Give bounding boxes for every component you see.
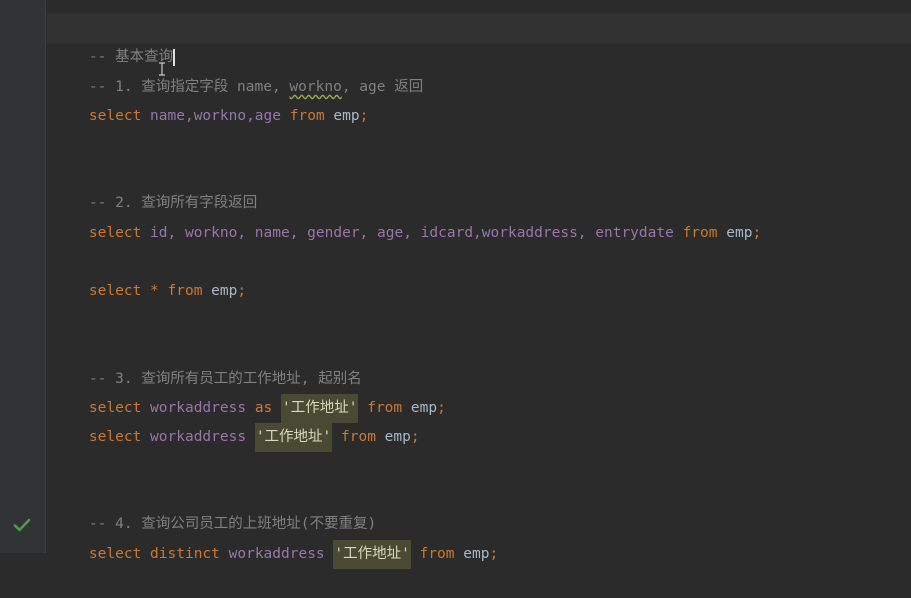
column-name: workaddress xyxy=(150,429,247,445)
semicolon: ; xyxy=(752,225,762,241)
checkmark-icon[interactable] xyxy=(13,517,31,533)
code-line-1[interactable]: -- 基本查询 xyxy=(54,14,175,66)
star-wildcard: * xyxy=(150,283,159,299)
semicolon: ; xyxy=(410,429,420,445)
keyword-from: from xyxy=(341,429,376,445)
table-name: emp xyxy=(726,225,753,241)
keyword-select: select xyxy=(88,546,142,562)
column-list: id, workno, name, gender, age, idcard,wo… xyxy=(150,225,674,241)
semicolon: ; xyxy=(489,546,499,562)
code-line-4[interactable]: -- 2. 查询所有字段返回 xyxy=(54,160,257,211)
code-line-8[interactable]: select workaddress as '工作地址' from emp; xyxy=(54,365,446,423)
keyword-select: select xyxy=(88,108,142,124)
current-line-highlight xyxy=(47,14,911,43)
alias-string: '工作地址' xyxy=(333,540,411,569)
keyword-from: from xyxy=(289,108,325,124)
keyword-select: select xyxy=(88,283,142,299)
table-name: emp xyxy=(333,108,360,124)
keyword-from: from xyxy=(167,283,203,299)
semicolon: ; xyxy=(359,108,369,124)
code-line-11[interactable]: select distinct workaddress '工作地址' from … xyxy=(54,511,498,569)
code-line-9[interactable]: select workaddress '工作地址' from emp; xyxy=(54,394,420,452)
keyword-from: from xyxy=(419,546,455,562)
ibeam-cursor-icon xyxy=(159,62,165,76)
table-name: emp xyxy=(211,283,238,299)
code-line-7[interactable]: -- 3. 查询所有员工的工作地址, 起别名 xyxy=(54,336,362,387)
table-name: emp xyxy=(463,546,490,562)
editor-gutter xyxy=(0,0,46,553)
table-name: emp xyxy=(384,429,411,445)
keyword-from: from xyxy=(682,225,718,241)
sql-editor[interactable]: -- 基本查询 -- 1. 查询指定字段 name, workno, age 返… xyxy=(0,0,911,569)
column-list: name,workno,age xyxy=(150,108,281,124)
code-line-3[interactable]: select name,workno,age from emp; xyxy=(54,73,368,124)
semicolon: ; xyxy=(237,283,247,299)
code-line-10[interactable]: -- 4. 查询公司员工的上班地址(不要重复) xyxy=(54,481,376,532)
semicolon: ; xyxy=(437,400,446,416)
keyword-select: select xyxy=(88,225,142,241)
keyword-select: select xyxy=(88,429,142,445)
keyword-distinct: distinct xyxy=(150,546,220,562)
code-line-2[interactable]: -- 1. 查询指定字段 name, workno, age 返回 xyxy=(54,44,423,95)
alias-string: '工作地址' xyxy=(254,423,333,452)
column-name: workaddress xyxy=(228,546,325,562)
code-line-6[interactable]: select * from emp; xyxy=(54,248,246,299)
code-line-5[interactable]: select id, workno, name, gender, age, id… xyxy=(54,190,761,241)
